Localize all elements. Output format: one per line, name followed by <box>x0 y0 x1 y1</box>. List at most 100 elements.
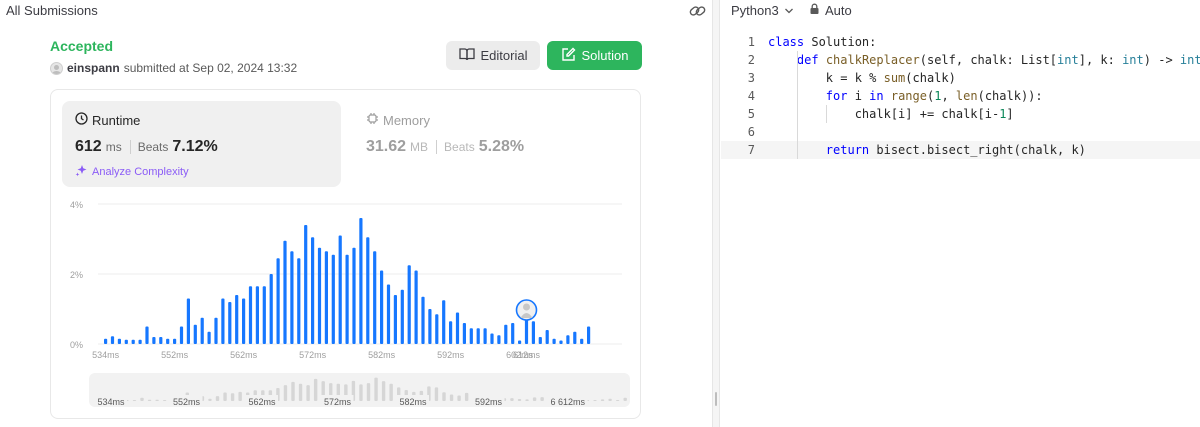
code-line[interactable]: 6 <box>721 123 1200 141</box>
runtime-bar[interactable] <box>462 323 466 344</box>
runtime-bar[interactable] <box>152 337 156 344</box>
runtime-bar[interactable] <box>587 326 591 345</box>
link-icon[interactable] <box>688 2 708 20</box>
runtime-bar[interactable] <box>469 328 473 344</box>
runtime-bar[interactable] <box>531 321 535 344</box>
runtime-bar[interactable] <box>559 340 563 345</box>
chart-range-navigator[interactable]: 534ms552ms562ms572ms582ms592ms602ms612ms <box>89 373 630 407</box>
runtime-bar[interactable] <box>545 330 549 344</box>
runtime-bar[interactable] <box>414 270 418 345</box>
runtime-bar[interactable] <box>518 340 522 345</box>
runtime-bar[interactable] <box>262 286 266 344</box>
panel-resize-handle[interactable] <box>712 0 720 427</box>
runtime-bar[interactable] <box>421 296 425 344</box>
y-tick-label: 0% <box>70 340 83 350</box>
runtime-bar[interactable] <box>428 309 432 344</box>
runtime-bar[interactable] <box>538 337 542 344</box>
runtime-distribution-chart[interactable]: 0%2%4%534ms 552ms 562ms 572ms 582ms 592ms 602m… <box>62 196 632 366</box>
runtime-bar[interactable] <box>442 300 446 344</box>
runtime-bar[interactable] <box>269 274 273 344</box>
runtime-bar[interactable] <box>552 338 556 344</box>
line-number: 2 <box>747 53 755 67</box>
solution-button[interactable]: Solution <box>547 41 642 70</box>
resize-grip[interactable] <box>715 392 717 406</box>
runtime-bar[interactable] <box>573 331 577 344</box>
runtime-bar[interactable] <box>386 284 391 345</box>
runtime-bar[interactable] <box>166 338 170 344</box>
runtime-bar[interactable] <box>186 298 190 345</box>
runtime-bar[interactable] <box>110 336 115 344</box>
runtime-bar[interactable] <box>179 326 184 345</box>
page-title[interactable]: All Submissions <box>6 3 98 18</box>
runtime-bar[interactable] <box>221 298 225 345</box>
code-area[interactable]: 1 class Solution: 2 def chalkReplacer(self… <box>721 33 1200 159</box>
code-line[interactable]: 5 chalk[i] += chalk[i-1] <box>721 105 1200 123</box>
runtime-bar[interactable] <box>352 247 356 344</box>
runtime-bar[interactable] <box>345 254 349 344</box>
runtime-bar[interactable] <box>359 218 363 344</box>
submitter-line: einspann submitted at Sep 02, 2024 13:32 <box>50 61 297 75</box>
runtime-bar[interactable] <box>324 251 328 344</box>
runtime-bar[interactable] <box>497 335 501 344</box>
runtime-bar[interactable] <box>511 323 515 344</box>
avatar[interactable] <box>50 61 63 75</box>
code-line[interactable]: 7 return bisect.bisect_right(chalk, k) <box>721 141 1200 159</box>
runtime-bar[interactable] <box>248 286 253 344</box>
code-line[interactable]: 2 def chalkReplacer(self, chalk: List[in… <box>721 51 1200 69</box>
runtime-bar[interactable] <box>393 295 397 344</box>
runtime-bar[interactable] <box>366 237 370 344</box>
auto-mode-toggle[interactable]: Auto <box>809 3 852 18</box>
language-selector[interactable]: Python3 <box>731 3 794 18</box>
runtime-bar[interactable] <box>407 265 411 344</box>
runtime-bar[interactable] <box>483 328 487 344</box>
code-line[interactable]: 3 k = k % sum(chalk) <box>721 69 1200 87</box>
navigator-bar <box>230 393 235 401</box>
runtime-bar[interactable] <box>276 258 280 344</box>
runtime-bar[interactable] <box>124 339 128 344</box>
runtime-bar[interactable] <box>283 240 287 344</box>
runtime-bar[interactable] <box>455 312 460 345</box>
runtime-bar[interactable] <box>117 338 121 344</box>
runtime-bar[interactable] <box>373 251 377 344</box>
runtime-bar[interactable] <box>138 339 142 344</box>
chip-icon <box>366 112 379 128</box>
code-line[interactable]: 1 class Solution: <box>721 33 1200 51</box>
x-tick-label: 572ms <box>299 350 327 360</box>
runtime-bar[interactable] <box>290 251 294 344</box>
runtime-bar[interactable] <box>242 298 246 345</box>
runtime-bar[interactable] <box>214 317 218 344</box>
runtime-bar[interactable] <box>145 326 149 345</box>
runtime-bar[interactable] <box>255 286 259 344</box>
runtime-bar[interactable] <box>580 338 584 344</box>
code-text: class Solution: <box>768 35 877 49</box>
runtime-bar[interactable] <box>449 321 453 344</box>
editorial-button[interactable]: Editorial <box>446 41 540 70</box>
runtime-bar[interactable] <box>504 324 508 344</box>
runtime-bar[interactable] <box>104 338 108 344</box>
runtime-bar[interactable] <box>317 247 322 344</box>
runtime-bar[interactable] <box>207 331 211 344</box>
runtime-bar[interactable] <box>311 237 315 344</box>
runtime-bar[interactable] <box>331 254 335 344</box>
analyze-complexity-link[interactable]: Analyze Complexity <box>75 164 189 180</box>
runtime-bar[interactable] <box>131 339 135 344</box>
runtime-bar[interactable] <box>193 324 197 344</box>
username[interactable]: einspann <box>67 61 120 75</box>
runtime-bar[interactable] <box>400 289 404 344</box>
runtime-bar[interactable] <box>304 225 308 344</box>
runtime-bar[interactable] <box>228 302 232 344</box>
runtime-bar[interactable] <box>200 317 204 344</box>
runtime-bar[interactable] <box>490 333 494 345</box>
memory-tab[interactable]: Memory <box>366 112 430 128</box>
runtime-bar[interactable] <box>173 338 177 344</box>
runtime-bar[interactable] <box>435 314 439 344</box>
runtime-bar[interactable] <box>235 295 239 344</box>
runtime-bar[interactable] <box>297 258 301 344</box>
runtime-bar[interactable] <box>380 270 384 345</box>
runtime-bar[interactable] <box>159 337 163 344</box>
runtime-bar[interactable] <box>566 335 570 344</box>
code-line[interactable]: 4 for i in range(1, len(chalk)): <box>721 87 1200 105</box>
runtime-bar[interactable] <box>338 235 342 345</box>
navigator-bar <box>381 381 386 401</box>
runtime-bar[interactable] <box>476 328 480 344</box>
